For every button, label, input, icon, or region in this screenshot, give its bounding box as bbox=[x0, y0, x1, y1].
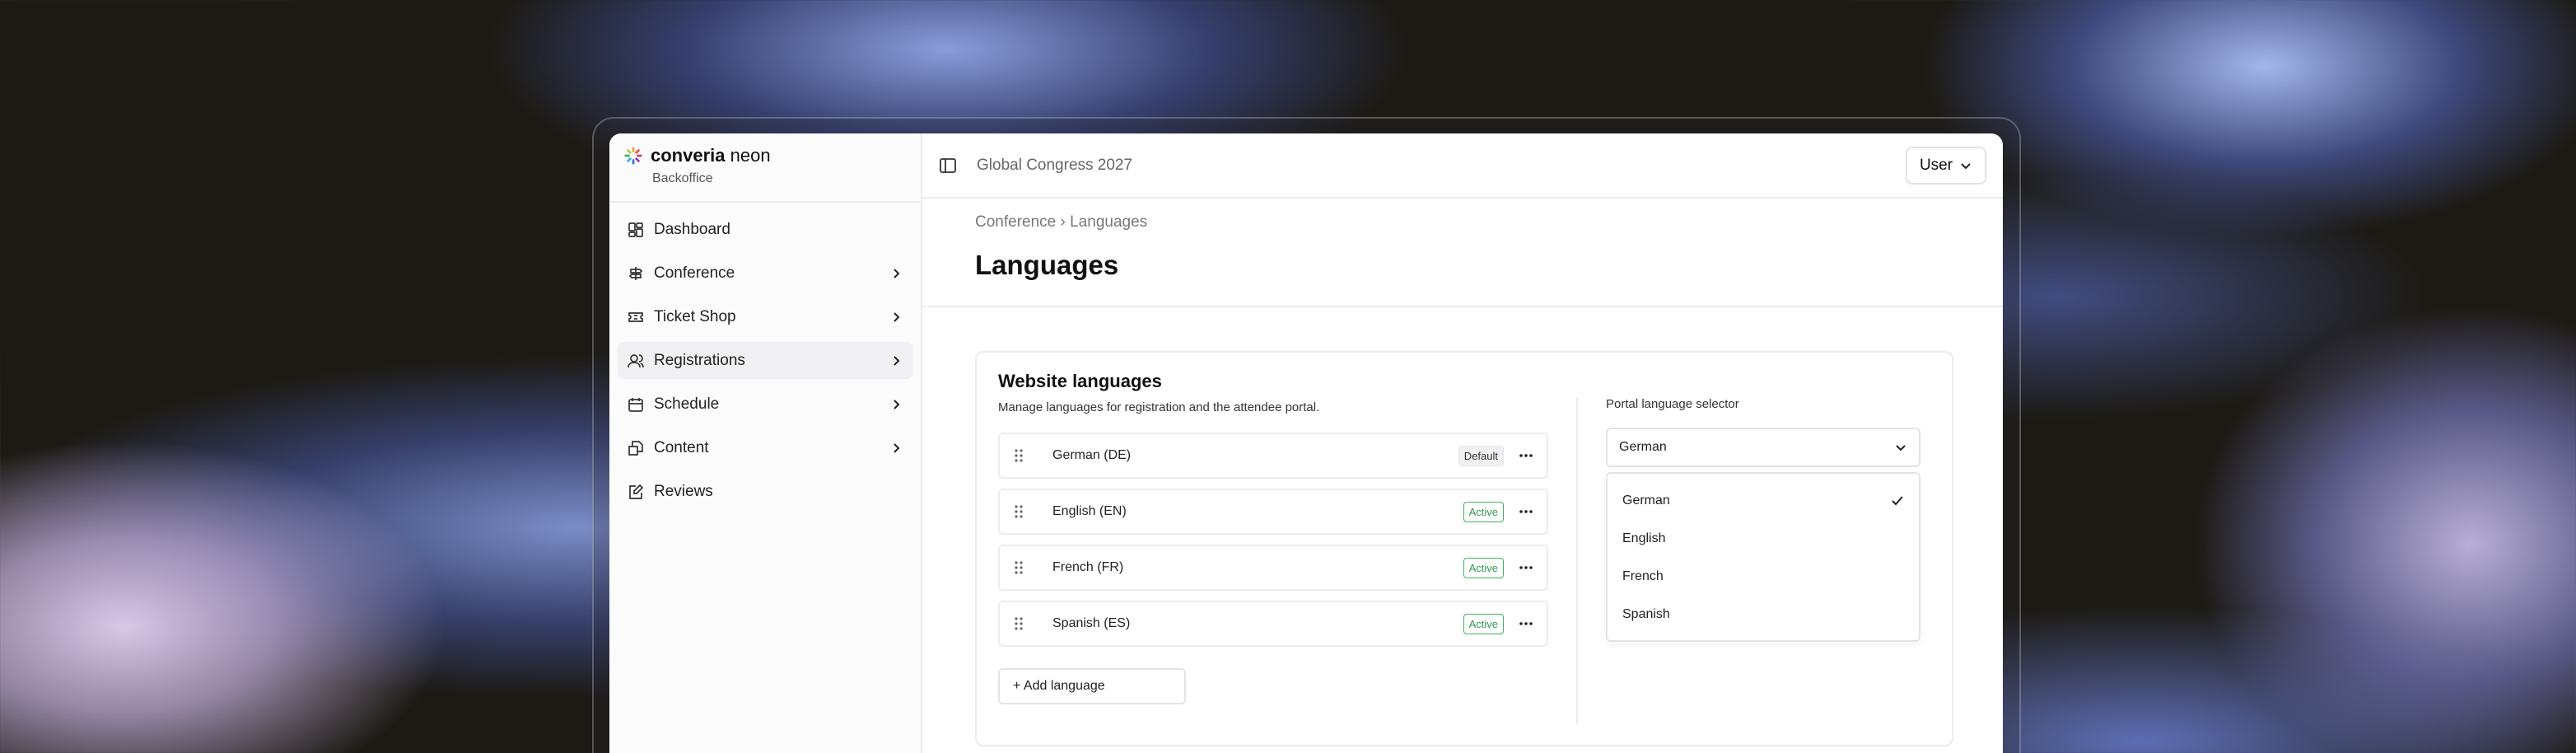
chevron-down-icon bbox=[1896, 445, 1906, 451]
brand-subtitle: Backoffice bbox=[652, 171, 713, 185]
section-divider bbox=[1576, 397, 1578, 723]
page-title: Languages bbox=[975, 250, 1119, 280]
option-label: German bbox=[1622, 493, 1670, 507]
language-row[interactable]: German (DE) Default bbox=[998, 433, 1548, 479]
sidebar-item-label: Dashboard bbox=[654, 220, 730, 238]
chevron-right-icon bbox=[894, 268, 900, 278]
check-icon bbox=[1892, 496, 1903, 506]
sidebar-item-label: Conference bbox=[654, 264, 735, 282]
status-badge: Default bbox=[1458, 445, 1504, 466]
more-options-icon[interactable] bbox=[1515, 615, 1537, 632]
sidebar-item-reviews[interactable]: Reviews bbox=[618, 473, 912, 510]
more-options-icon[interactable] bbox=[1515, 447, 1537, 464]
language-row[interactable]: Spanish (ES) Active bbox=[998, 601, 1548, 647]
dashboard-icon bbox=[628, 222, 643, 237]
content-icon bbox=[628, 440, 643, 456]
option-label: Spanish bbox=[1622, 607, 1670, 621]
user-menu-label: User bbox=[1919, 156, 1953, 174]
card-title: Website languages bbox=[998, 371, 1162, 391]
portal-language-section: Portal language selector German German E… bbox=[1606, 397, 1920, 642]
sidebar: converia neon Backoffice Dashboard Confe… bbox=[609, 133, 922, 753]
ticket-icon bbox=[628, 311, 643, 322]
sidebar-item-registrations[interactable]: Registrations bbox=[618, 342, 912, 379]
brand: converia neon Backoffice bbox=[609, 133, 921, 203]
converia-logo-icon bbox=[624, 147, 642, 165]
sidebar-item-conference[interactable]: Conference bbox=[618, 255, 912, 292]
sidebar-item-label: Registrations bbox=[654, 351, 745, 369]
selected-value: German bbox=[1619, 440, 1667, 454]
dropdown-option-english[interactable]: English bbox=[1608, 520, 1919, 558]
breadcrumb[interactable]: Conference › Languages bbox=[975, 213, 2003, 232]
dropdown-option-german[interactable]: German bbox=[1608, 482, 1919, 520]
language-row[interactable]: French (FR) Active bbox=[998, 545, 1548, 591]
sidebar-item-dashboard[interactable]: Dashboard bbox=[618, 211, 912, 248]
portal-selector-label: Portal language selector bbox=[1606, 397, 1739, 411]
chevron-right-icon bbox=[894, 355, 900, 366]
more-options-icon[interactable] bbox=[1515, 559, 1537, 576]
language-dropdown-menu: German English French Spanish bbox=[1606, 472, 1920, 642]
topbar: Global Congress 2027 User bbox=[922, 133, 2003, 199]
dropdown-option-spanish[interactable]: Spanish bbox=[1608, 596, 1919, 634]
drag-handle-icon[interactable] bbox=[1013, 559, 1024, 576]
drag-handle-icon[interactable] bbox=[1013, 615, 1024, 632]
status-badge: Active bbox=[1463, 501, 1504, 522]
user-menu-button[interactable]: User bbox=[1906, 146, 1986, 185]
language-name: German (DE) bbox=[1052, 448, 1132, 462]
app-window: converia neon Backoffice Dashboard Confe… bbox=[609, 133, 2003, 753]
dropdown-option-french[interactable]: French bbox=[1608, 558, 1919, 596]
languages-list-section: Website languages Manage languages for r… bbox=[998, 371, 1548, 704]
sidebar-item-label: Schedule bbox=[654, 395, 720, 413]
chevron-right-icon bbox=[894, 442, 900, 453]
chevron-down-icon bbox=[1961, 162, 1971, 169]
signpost-icon bbox=[628, 266, 643, 280]
sidebar-item-schedule[interactable]: Schedule bbox=[618, 386, 912, 423]
sidebar-item-content[interactable]: Content bbox=[618, 429, 912, 466]
sidebar-item-label: Reviews bbox=[654, 482, 713, 500]
more-options-icon[interactable] bbox=[1515, 503, 1537, 520]
page-header: Conference › Languages Languages bbox=[922, 199, 2003, 307]
chevron-right-icon bbox=[894, 399, 900, 409]
drag-handle-icon[interactable] bbox=[1013, 503, 1024, 520]
portal-language-select[interactable]: German bbox=[1606, 428, 1920, 467]
status-badge: Active bbox=[1463, 557, 1504, 578]
review-icon bbox=[629, 484, 644, 499]
main-content: Global Congress 2027 User Conference › L… bbox=[922, 133, 2003, 753]
sidebar-nav: Dashboard Conference Ticket Shop Registr… bbox=[609, 203, 921, 525]
brand-name: converia neon bbox=[651, 145, 771, 166]
language-name: English (EN) bbox=[1052, 504, 1127, 518]
sidebar-item-label: Content bbox=[654, 438, 709, 456]
sidebar-toggle-icon[interactable] bbox=[939, 157, 957, 175]
users-icon bbox=[628, 353, 644, 367]
language-name: French (FR) bbox=[1052, 560, 1124, 574]
sidebar-item-ticket-shop[interactable]: Ticket Shop bbox=[618, 298, 912, 335]
language-row[interactable]: English (EN) Active bbox=[998, 489, 1548, 535]
option-label: English bbox=[1622, 531, 1666, 545]
option-label: French bbox=[1622, 569, 1664, 583]
event-title: Global Congress 2027 bbox=[977, 156, 1133, 174]
add-language-button[interactable]: + Add language bbox=[998, 668, 1186, 704]
calendar-icon bbox=[628, 397, 643, 412]
sidebar-item-label: Ticket Shop bbox=[654, 307, 736, 325]
chevron-right-icon bbox=[894, 311, 900, 322]
status-badge: Active bbox=[1463, 613, 1504, 634]
drag-handle-icon[interactable] bbox=[1013, 447, 1024, 464]
language-name: Spanish (ES) bbox=[1052, 616, 1131, 630]
website-languages-card: Website languages Manage languages for r… bbox=[975, 351, 1953, 746]
card-description: Manage languages for registration and th… bbox=[998, 400, 1320, 414]
